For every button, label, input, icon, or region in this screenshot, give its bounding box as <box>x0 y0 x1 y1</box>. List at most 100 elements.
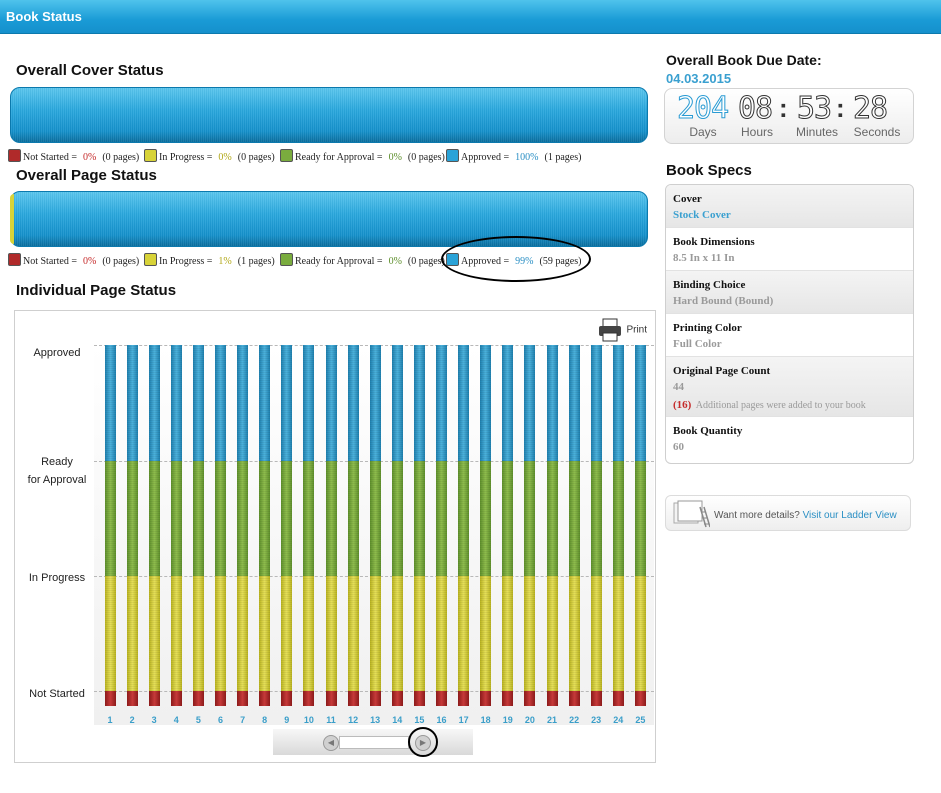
legend-swatch <box>446 253 459 266</box>
page-status-bar-2[interactable] <box>126 345 138 706</box>
x-axis-tick-label: 14 <box>392 715 403 725</box>
bar-segment-not-started <box>413 691 425 706</box>
page-status-bar-12[interactable] <box>347 345 359 706</box>
bar-segment-not-started <box>369 691 381 706</box>
countdown-colon: : <box>836 93 845 123</box>
page-status-bar-1[interactable] <box>104 345 116 706</box>
page-status-in-progress-fill <box>10 194 14 244</box>
page-status-bar-4[interactable] <box>170 345 182 706</box>
bar-segment-not-started <box>524 691 536 706</box>
bar-segment-in-progress <box>148 576 160 691</box>
bar-segment-not-started <box>281 691 293 706</box>
countdown-seconds-label: Seconds <box>853 125 901 139</box>
page-status-bar-7[interactable] <box>237 345 249 706</box>
bar-segment-in-progress <box>170 576 182 691</box>
book-specs-panel: Cover Stock Cover Book Dimensions 8.5 In… <box>665 184 914 464</box>
page-status-bar-17[interactable] <box>458 345 470 706</box>
bar-segment-approved <box>148 345 160 461</box>
page-status-bar-16[interactable] <box>436 345 447 706</box>
legend-pages: (1 pages) <box>544 152 582 163</box>
page-status-bar-25[interactable] <box>634 345 646 706</box>
chart-scrollbar[interactable]: ◀ ▶ <box>273 729 473 755</box>
countdown-colon: : <box>779 93 788 123</box>
bar-segment-not-started <box>347 691 359 706</box>
bar-segment-not-started <box>391 691 403 706</box>
bar-segment-ready <box>546 461 558 576</box>
page-status-bar-21[interactable] <box>546 345 558 706</box>
x-axis-tick-label: 13 <box>370 715 381 725</box>
ladder-view-link[interactable]: Visit our Ladder View <box>803 510 897 521</box>
x-axis-tick-label: 18 <box>480 715 491 725</box>
page-status-bar-24[interactable] <box>612 345 624 706</box>
x-axis-tick-label: 2 <box>129 715 135 725</box>
due-date-label: Overall Book Due Date: <box>666 52 822 68</box>
legend-swatch <box>8 149 21 162</box>
bar-segment-ready <box>303 461 315 576</box>
bar-segment-not-started <box>502 691 514 706</box>
bar-segment-ready <box>237 461 249 576</box>
page-status-bar-23[interactable] <box>590 345 602 706</box>
page-status-bar-5[interactable] <box>192 345 204 706</box>
scroll-left-icon[interactable]: ◀ <box>323 735 339 751</box>
y-axis-label: In Progress <box>28 572 86 584</box>
page-status-bar-15[interactable] <box>413 345 425 706</box>
bar-segment-ready <box>436 461 447 576</box>
bar-segment-ready <box>259 461 271 576</box>
bar-segment-in-progress <box>192 576 204 691</box>
bar-segment-ready <box>192 461 204 576</box>
bar-segment-ready <box>126 461 138 576</box>
page-status-bar-19[interactable] <box>502 345 514 706</box>
cover-status-title: Overall Cover Status <box>16 62 164 79</box>
spec-value: 60 <box>673 441 684 453</box>
bar-segment-not-started <box>546 691 558 706</box>
bar-segment-approved <box>546 345 558 461</box>
bar-segment-approved <box>391 345 403 461</box>
spec-label: Cover <box>673 193 702 205</box>
bar-segment-not-started <box>612 691 624 706</box>
bar-segment-approved <box>259 345 271 461</box>
page-status-bar-13[interactable] <box>369 345 381 706</box>
countdown-hours: 08 <box>737 91 773 127</box>
page-status-bar-9[interactable] <box>281 345 293 706</box>
page-status-bar-10[interactable] <box>303 345 315 706</box>
spec-label: Binding Choice <box>673 279 746 291</box>
page-status-bar-8[interactable] <box>259 345 271 706</box>
page-status-bar-22[interactable] <box>568 345 580 706</box>
bar-segment-not-started <box>215 691 226 706</box>
legend-swatch <box>8 253 21 266</box>
bar-segment-ready <box>104 461 116 576</box>
legend-item: Approved = 99% (59 pages) <box>446 253 581 267</box>
bar-segment-ready <box>413 461 425 576</box>
legend-item: In Progress = 0% (0 pages) <box>144 149 275 163</box>
bar-segment-in-progress <box>546 576 558 691</box>
print-button[interactable]: Print <box>598 317 647 343</box>
bar-segment-in-progress <box>568 576 580 691</box>
page-status-bar-18[interactable] <box>480 345 492 706</box>
legend-pages: (59 pages) <box>539 256 582 267</box>
x-axis-tick-label: 1 <box>107 715 113 725</box>
bar-segment-in-progress <box>590 576 602 691</box>
spec-value: 8.5 In x 11 In <box>673 252 735 264</box>
legend-pages: (0 pages) <box>407 152 445 163</box>
page-status-bar-20[interactable] <box>524 345 536 706</box>
page-status-bar-11[interactable] <box>325 345 337 706</box>
x-axis-tick-label: 19 <box>502 715 513 725</box>
page-status-bar-6[interactable] <box>215 345 226 706</box>
x-axis-tick-label: 16 <box>436 715 447 725</box>
countdown-hours-label: Hours <box>740 125 773 139</box>
print-label: Print <box>626 324 647 336</box>
bar-segment-approved <box>303 345 315 461</box>
x-axis-tick-label: 17 <box>458 715 469 725</box>
legend-pages: (0 pages) <box>237 152 275 163</box>
bar-segment-ready <box>634 461 646 576</box>
page-status-bar-14[interactable] <box>391 345 403 706</box>
bar-segment-approved <box>347 345 359 461</box>
x-axis-tick-label: 12 <box>348 715 359 725</box>
page-status-bar-3[interactable] <box>148 345 160 706</box>
bar-segment-ready <box>480 461 492 576</box>
scroll-right-icon[interactable]: ▶ <box>415 735 431 751</box>
legend-swatch <box>144 149 157 162</box>
scroll-track[interactable] <box>339 736 409 749</box>
bar-segment-in-progress <box>524 576 536 691</box>
bar-segment-ready <box>148 461 160 576</box>
